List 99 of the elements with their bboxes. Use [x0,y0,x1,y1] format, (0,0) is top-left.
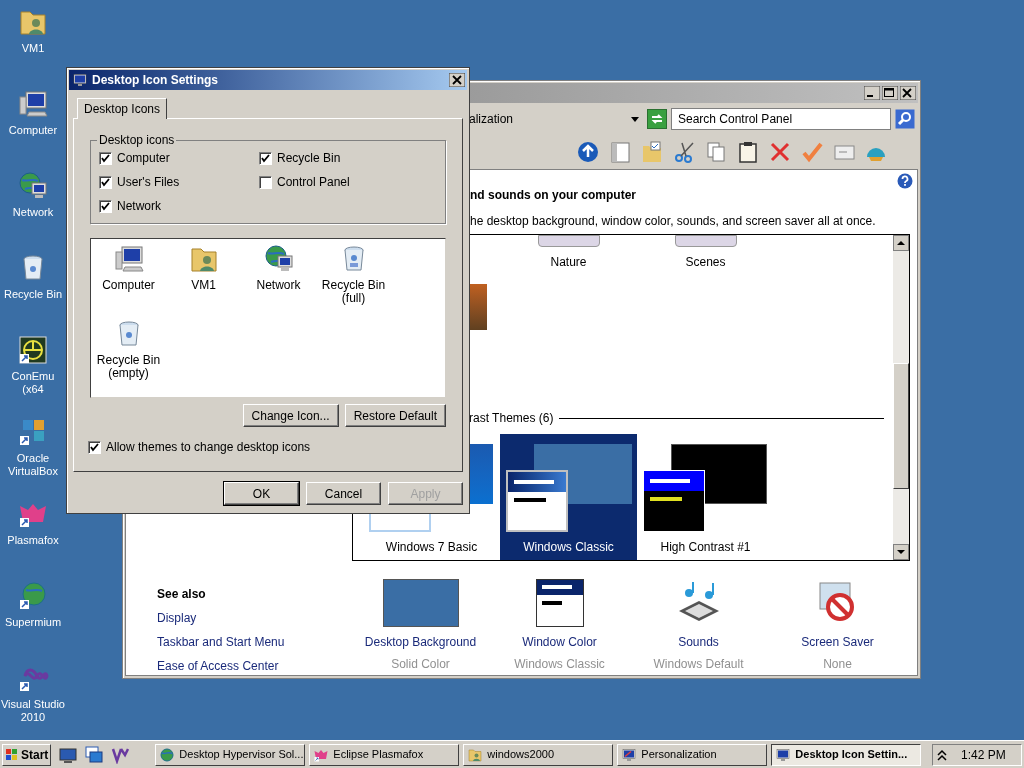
setting-link[interactable]: Window Color [522,633,597,651]
monitor-icon [72,72,88,88]
checkbox-label[interactable]: Recycle Bin [277,149,341,167]
checkbox[interactable] [88,440,101,454]
button[interactable]: Restore Default [344,404,446,427]
checkbox-label[interactable]: Network [117,197,161,215]
desktop-icon-label[interactable]: Visual Studio 2010 [0,698,66,724]
theme-name[interactable]: High Contrast #1 [637,538,774,556]
icon-label[interactable]: Network [243,279,314,292]
theme-name[interactable]: Windows Classic [500,538,637,556]
see-also-title: See also [157,586,207,603]
search-field[interactable]: Search Control Panel [671,108,891,130]
desktop-icon-label[interactable]: Recycle Bin [0,288,66,301]
setting-value: Solid Color [391,656,450,673]
desktop-icon-label[interactable]: Supermium [0,616,66,629]
computer-icon [112,243,145,275]
window-title: Desktop Icon Settings [92,72,220,89]
setting-value: Windows Classic [514,656,605,673]
checkbox-label[interactable]: Allow themes to change desktop icons [106,438,311,456]
maximize-button[interactable] [882,86,898,100]
check-mark-icon[interactable] [801,141,823,163]
globe-icon [159,746,176,763]
theme-name[interactable]: Nature [550,253,587,271]
clipboard-icon[interactable] [737,141,759,163]
button[interactable]: OK [224,482,299,505]
scroll-thumb[interactable] [893,363,909,489]
setting-value: Windows Default [653,656,744,673]
checkbox-label[interactable]: Computer [117,149,170,167]
search-icon[interactable] [895,109,915,129]
theme-thumbnail[interactable] [537,235,600,247]
setting-link[interactable]: Screen Saver [801,633,874,651]
window-switch-icon[interactable] [85,745,104,764]
computer-icon [17,88,49,120]
chevron-up-icon[interactable] [937,748,947,761]
address-text: alization [469,111,514,128]
windows-flag-icon [5,747,19,762]
theme-thumbnail[interactable] [641,444,769,534]
scroll-down-button[interactable] [893,544,909,560]
close-button[interactable] [449,73,465,87]
theme-name[interactable]: Windows 7 Basic [363,538,500,556]
folder-check-icon[interactable] [641,141,663,163]
icon-label[interactable]: Computer [93,279,164,292]
scroll-up-button[interactable] [893,235,909,251]
setting-link[interactable]: Desktop Background [364,633,477,651]
theme-thumbnail[interactable] [504,444,632,534]
checkbox-label[interactable]: Control Panel [277,173,350,191]
refresh-arrows-icon[interactable] [647,109,667,129]
icon-label[interactable]: Recycle Bin (empty) [93,354,164,380]
checkbox-label[interactable]: User's Files [117,173,180,191]
desktop-icon-label[interactable]: VM1 [0,42,66,55]
checkbox[interactable] [99,175,112,189]
shortcut-globe-icon [17,580,49,612]
link[interactable]: Display [157,609,351,627]
theme-tile[interactable]: Windows Classic [500,434,637,560]
button[interactable]: Cancel [306,482,381,505]
desktop-icon-label[interactable]: Computer [0,124,66,137]
checkbox[interactable] [259,175,272,189]
link[interactable]: Taskbar and Start Menu [157,633,351,651]
dropdown-arrow-icon[interactable] [631,116,639,122]
icon-label[interactable]: VM1 [168,279,239,292]
setting-value: None [823,656,852,673]
taskbar-button[interactable]: Eclipse Plasmafox [309,743,460,766]
group-header: rast Themes (6) [469,410,554,427]
icon-label[interactable]: Recycle Bin (full) [318,279,389,305]
copy-icon[interactable] [705,141,727,163]
checkbox[interactable] [99,151,112,165]
close-button[interactable] [900,86,916,100]
button[interactable]: Change Icon... [242,404,339,427]
clock[interactable]: 1:42 PM [961,745,1006,764]
start-button[interactable]: Start [2,743,52,766]
theme-thumbnail[interactable] [674,235,737,247]
help-icon[interactable] [897,173,913,189]
taskbar-button[interactable]: windows2000 [463,743,614,766]
checkbox[interactable] [259,151,272,165]
shortcut-gauge-icon [17,334,49,366]
desktop-icon[interactable] [59,745,78,764]
monitor-icon [621,746,638,763]
checkbox[interactable] [99,199,112,213]
delete-icon[interactable] [769,141,791,163]
tab[interactable]: Desktop Icons [77,98,168,119]
window-preview-icon[interactable] [535,579,584,627]
taskbar-button[interactable]: Personalization [617,743,768,766]
scissors-icon[interactable] [673,141,695,163]
monitor-icon [775,746,792,763]
desktop-icon-label[interactable]: Oracle VirtualBox [0,452,66,478]
desktop-icon-label[interactable]: ConEmu (x64 [0,370,66,396]
desktop-icon-label[interactable]: Network [0,206,66,219]
setting-link[interactable]: Sounds [678,633,719,651]
heading: nd sounds on your computer [470,187,637,204]
scrollbar[interactable] [893,235,909,560]
link[interactable]: Ease of Access Center [157,657,351,675]
minimize-button[interactable] [864,86,880,100]
desktop-icon-label[interactable]: Plasmafox [0,534,66,547]
description: he desktop background, window color, sounds, and screen saver all at once. [470,213,877,230]
taskbar-button[interactable]: Desktop Hypervisor Sol... [155,743,306,766]
taskbar-button[interactable]: Desktop Icon Settin... [771,743,922,766]
theme-name[interactable]: Scenes [685,253,726,271]
group-title: Desktop icons [98,132,176,149]
folder-icon [467,746,484,763]
